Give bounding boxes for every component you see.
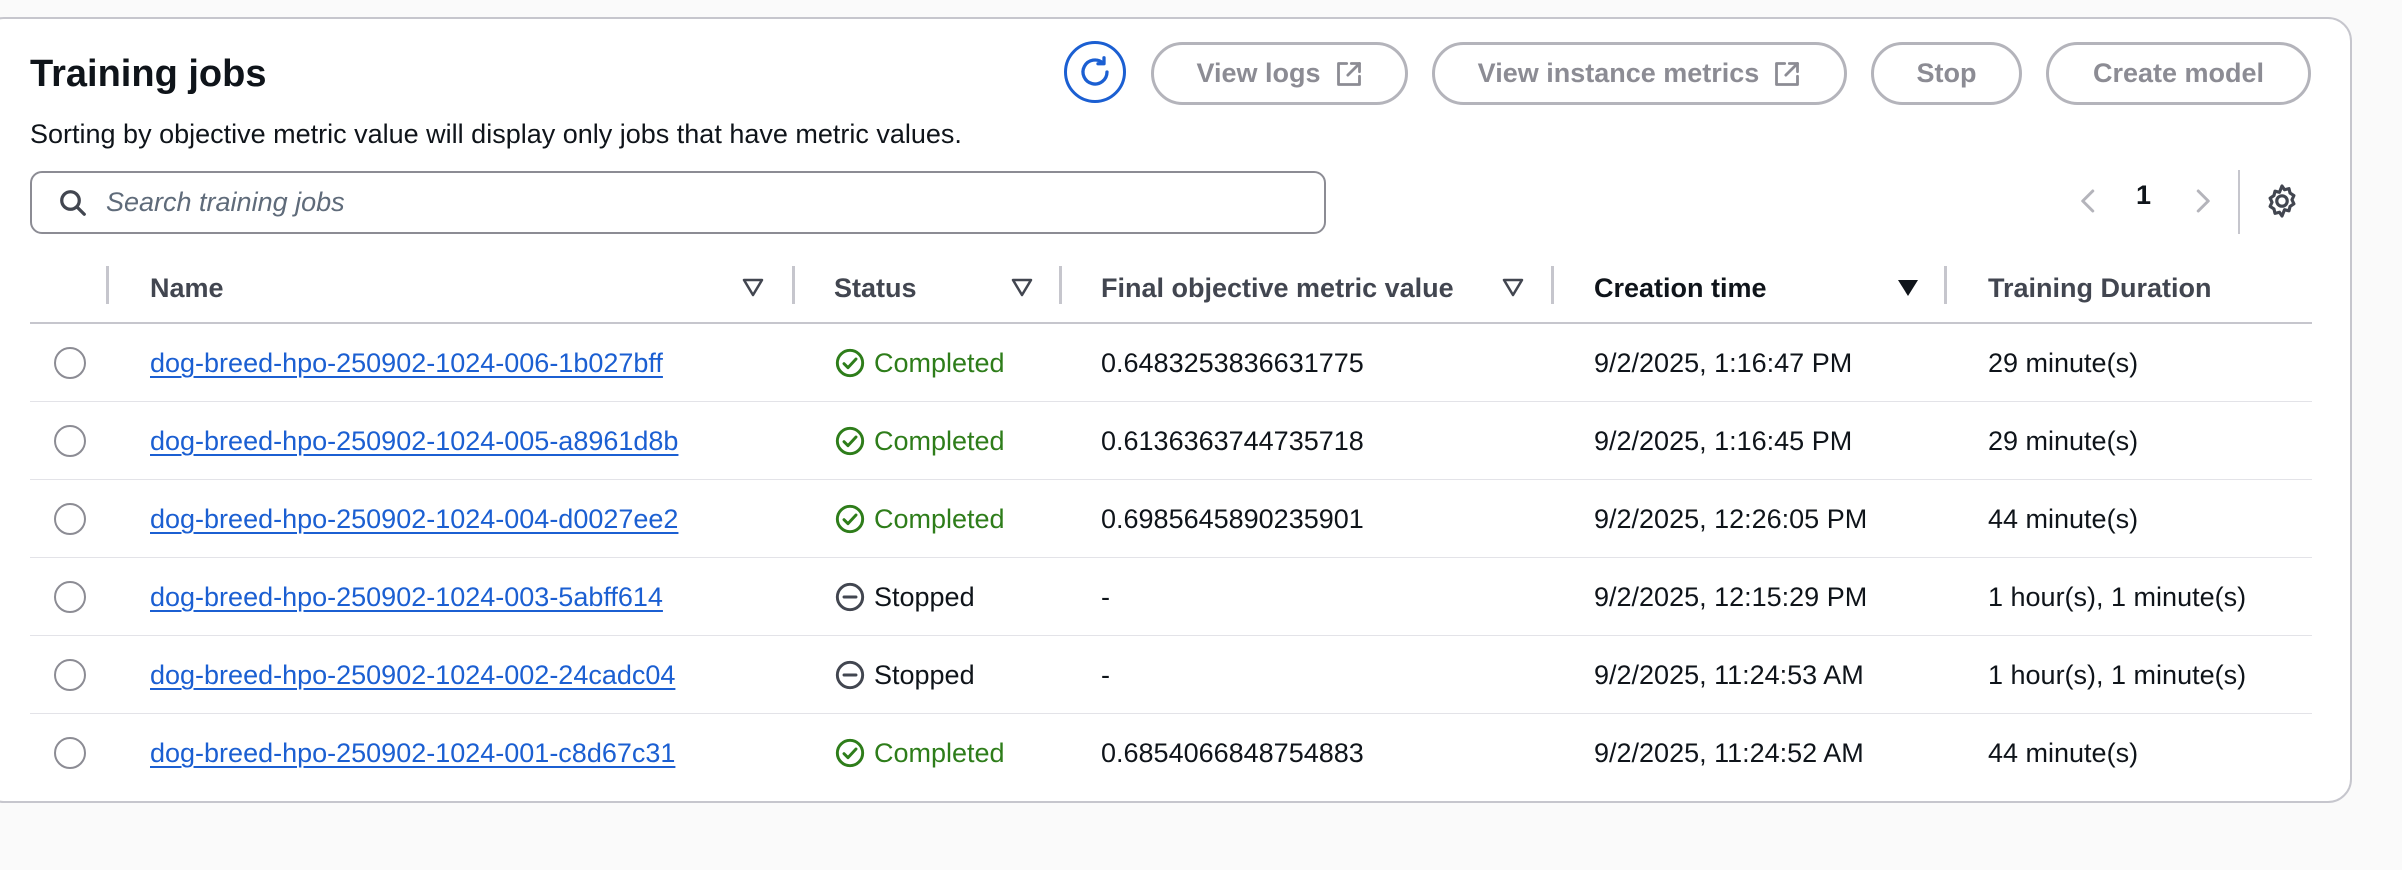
column-separator (1551, 266, 1554, 304)
column-separator (1059, 266, 1062, 304)
check-circle-icon (835, 504, 865, 534)
training-duration: 29 minute(s) (1988, 426, 2139, 456)
job-name-link[interactable]: dog-breed-hpo-250902-1024-003-5abff614 (150, 582, 663, 612)
page-subtitle: Sorting by objective metric value will d… (30, 119, 962, 149)
status-badge: Completed (834, 344, 1005, 382)
metric-value: 0.6136363744735718 (1101, 426, 1364, 456)
next-page-button[interactable] (2187, 170, 2217, 232)
table-header: Name Status Final objective metric value… (30, 252, 2312, 324)
row-select-radio[interactable] (54, 581, 86, 613)
creation-time: 9/2/2025, 11:24:53 AM (1594, 660, 1864, 690)
training-duration: 44 minute(s) (1988, 504, 2139, 534)
view-instance-metrics-button[interactable]: View instance metrics (1432, 42, 1847, 105)
creation-time: 9/2/2025, 12:15:29 PM (1594, 582, 1868, 612)
view-logs-label: View logs (1196, 58, 1321, 88)
training-duration: 1 hour(s), 1 minute(s) (1988, 582, 2247, 612)
create-model-label: Create model (2092, 58, 2265, 88)
current-page-number[interactable]: 1 (2136, 180, 2151, 211)
create-model-button[interactable]: Create model (2046, 42, 2311, 105)
stop-button[interactable]: Stop (1871, 42, 2022, 105)
column-header-metric[interactable]: Final objective metric value (1101, 268, 1454, 308)
creation-time: 9/2/2025, 11:24:52 AM (1594, 738, 1864, 768)
status-badge: Completed (834, 734, 1005, 772)
sort-descending-icon[interactable] (1897, 278, 1919, 298)
search-field[interactable] (30, 171, 1326, 234)
pager-divider (2238, 170, 2240, 234)
table-row[interactable]: dog-breed-hpo-250902-1024-006-1b027bff Co… (30, 324, 2312, 402)
sort-triangle-icon[interactable] (1502, 278, 1524, 298)
column-header-status[interactable]: Status (834, 268, 917, 308)
status-badge: Stopped (834, 656, 975, 694)
chevron-right-icon (2196, 189, 2210, 213)
creation-time: 9/2/2025, 1:16:47 PM (1594, 348, 1853, 378)
table-row[interactable]: dog-breed-hpo-250902-1024-005-a8961d8b Co… (30, 402, 2312, 480)
status-badge: Completed (834, 500, 1005, 538)
column-separator (1944, 266, 1947, 304)
sort-triangle-icon[interactable] (742, 278, 764, 298)
column-header-training-duration[interactable]: Training Duration (1988, 268, 2212, 308)
row-select-radio[interactable] (54, 503, 86, 535)
metric-value: 0.6985645890235901 (1101, 504, 1364, 534)
status-text: Completed (874, 504, 1005, 534)
refresh-button[interactable] (1064, 41, 1126, 103)
job-name-link[interactable]: dog-breed-hpo-250902-1024-001-c8d67c31 (150, 738, 675, 768)
chevron-left-icon (2081, 189, 2095, 213)
column-separator (106, 266, 109, 304)
external-link-icon (1775, 61, 1800, 86)
job-name-link[interactable]: dog-breed-hpo-250902-1024-004-d0027ee2 (150, 504, 678, 534)
gear-icon (2268, 184, 2296, 218)
training-duration: 1 hour(s), 1 minute(s) (1988, 660, 2247, 690)
stop-circle-icon (835, 660, 865, 690)
table-row[interactable]: dog-breed-hpo-250902-1024-004-d0027ee2 Co… (30, 480, 2312, 558)
status-text: Completed (874, 348, 1005, 378)
stop-circle-icon (835, 582, 865, 612)
row-select-radio[interactable] (54, 425, 86, 457)
page-title: Training jobs (30, 53, 267, 95)
table-body: dog-breed-hpo-250902-1024-006-1b027bff Co… (30, 324, 2312, 792)
table-row[interactable]: dog-breed-hpo-250902-1024-001-c8d67c31 Co… (30, 714, 2312, 792)
row-select-radio[interactable] (54, 659, 86, 691)
creation-time: 9/2/2025, 1:16:45 PM (1594, 426, 1853, 456)
status-badge: Completed (834, 422, 1005, 460)
check-circle-icon (835, 426, 865, 456)
training-duration: 29 minute(s) (1988, 348, 2139, 378)
check-circle-icon (835, 348, 865, 378)
search-icon (60, 189, 86, 216)
check-circle-icon (835, 738, 865, 768)
previous-page-button[interactable] (2074, 170, 2104, 232)
view-instance-metrics-label: View instance metrics (1477, 58, 1760, 88)
table-row[interactable]: dog-breed-hpo-250902-1024-002-24cadc04 St… (30, 636, 2312, 714)
metric-value: 0.6854066848754883 (1101, 738, 1364, 768)
table-settings-button[interactable] (2263, 170, 2301, 232)
training-duration: 44 minute(s) (1988, 738, 2139, 768)
job-name-link[interactable]: dog-breed-hpo-250902-1024-002-24cadc04 (150, 660, 675, 690)
search-input[interactable] (104, 186, 1288, 219)
table-row[interactable]: dog-breed-hpo-250902-1024-003-5abff614 St… (30, 558, 2312, 636)
row-select-radio[interactable] (54, 737, 86, 769)
external-link-icon (1336, 61, 1361, 86)
job-name-link[interactable]: dog-breed-hpo-250902-1024-006-1b027bff (150, 348, 663, 378)
sort-triangle-icon[interactable] (1011, 278, 1033, 298)
view-logs-button[interactable]: View logs (1151, 42, 1408, 105)
refresh-icon (1081, 56, 1109, 86)
row-select-radio[interactable] (54, 347, 86, 379)
metric-value: - (1101, 660, 1110, 690)
column-header-name[interactable]: Name (150, 268, 224, 308)
creation-time: 9/2/2025, 12:26:05 PM (1594, 504, 1868, 534)
stop-label: Stop (1916, 58, 1977, 88)
job-name-link[interactable]: dog-breed-hpo-250902-1024-005-a8961d8b (150, 426, 678, 456)
status-text: Completed (874, 738, 1005, 768)
column-header-creation-time[interactable]: Creation time (1594, 268, 1767, 308)
column-separator (792, 266, 795, 304)
metric-value: 0.6483253836631775 (1101, 348, 1364, 378)
metric-value: - (1101, 582, 1110, 612)
status-text: Completed (874, 426, 1005, 456)
status-text: Stopped (874, 582, 975, 612)
status-badge: Stopped (834, 578, 975, 616)
status-text: Stopped (874, 660, 975, 690)
